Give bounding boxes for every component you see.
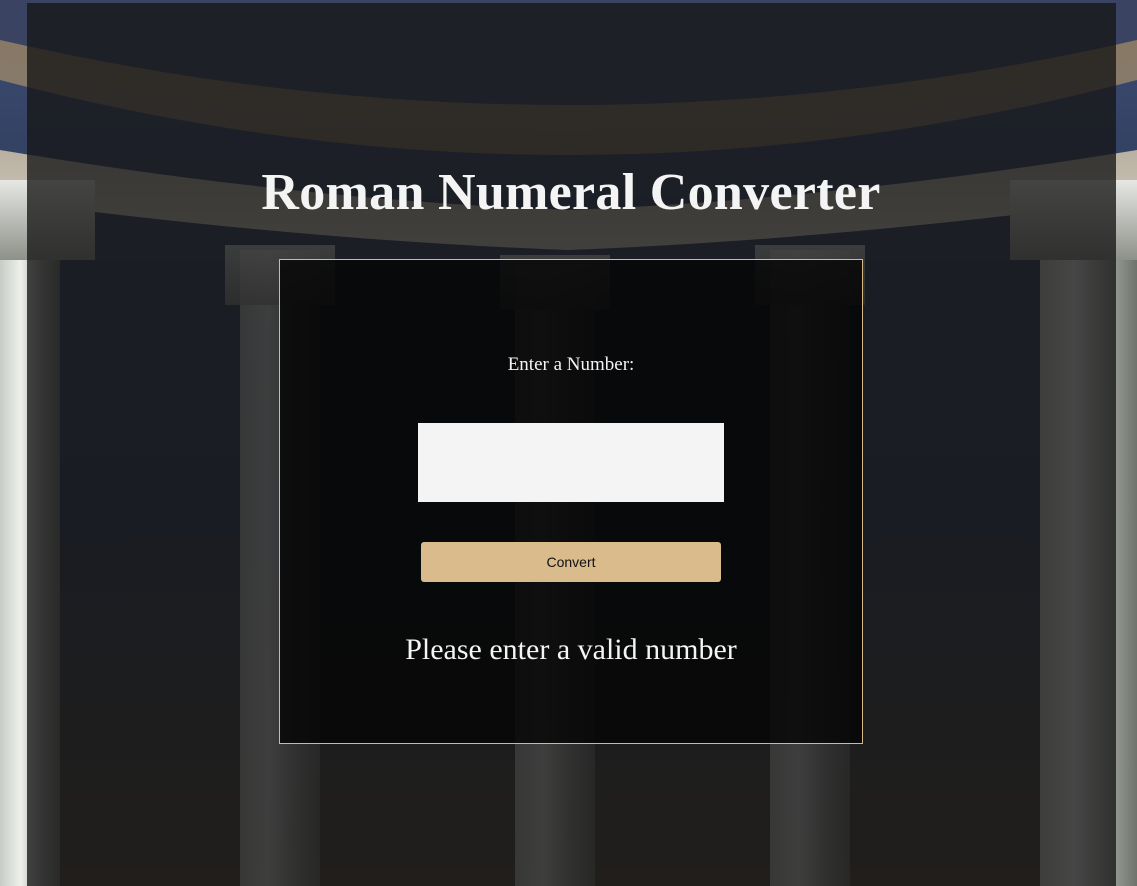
number-input[interactable] [418, 423, 724, 502]
page-title: Roman Numeral Converter [261, 164, 881, 221]
output-message: Please enter a valid number [405, 633, 737, 666]
convert-button[interactable]: Convert [421, 542, 721, 582]
number-input-label: Enter a Number: [507, 354, 635, 375]
converter-panel: Enter a Number: Convert Please enter a v… [279, 259, 863, 744]
